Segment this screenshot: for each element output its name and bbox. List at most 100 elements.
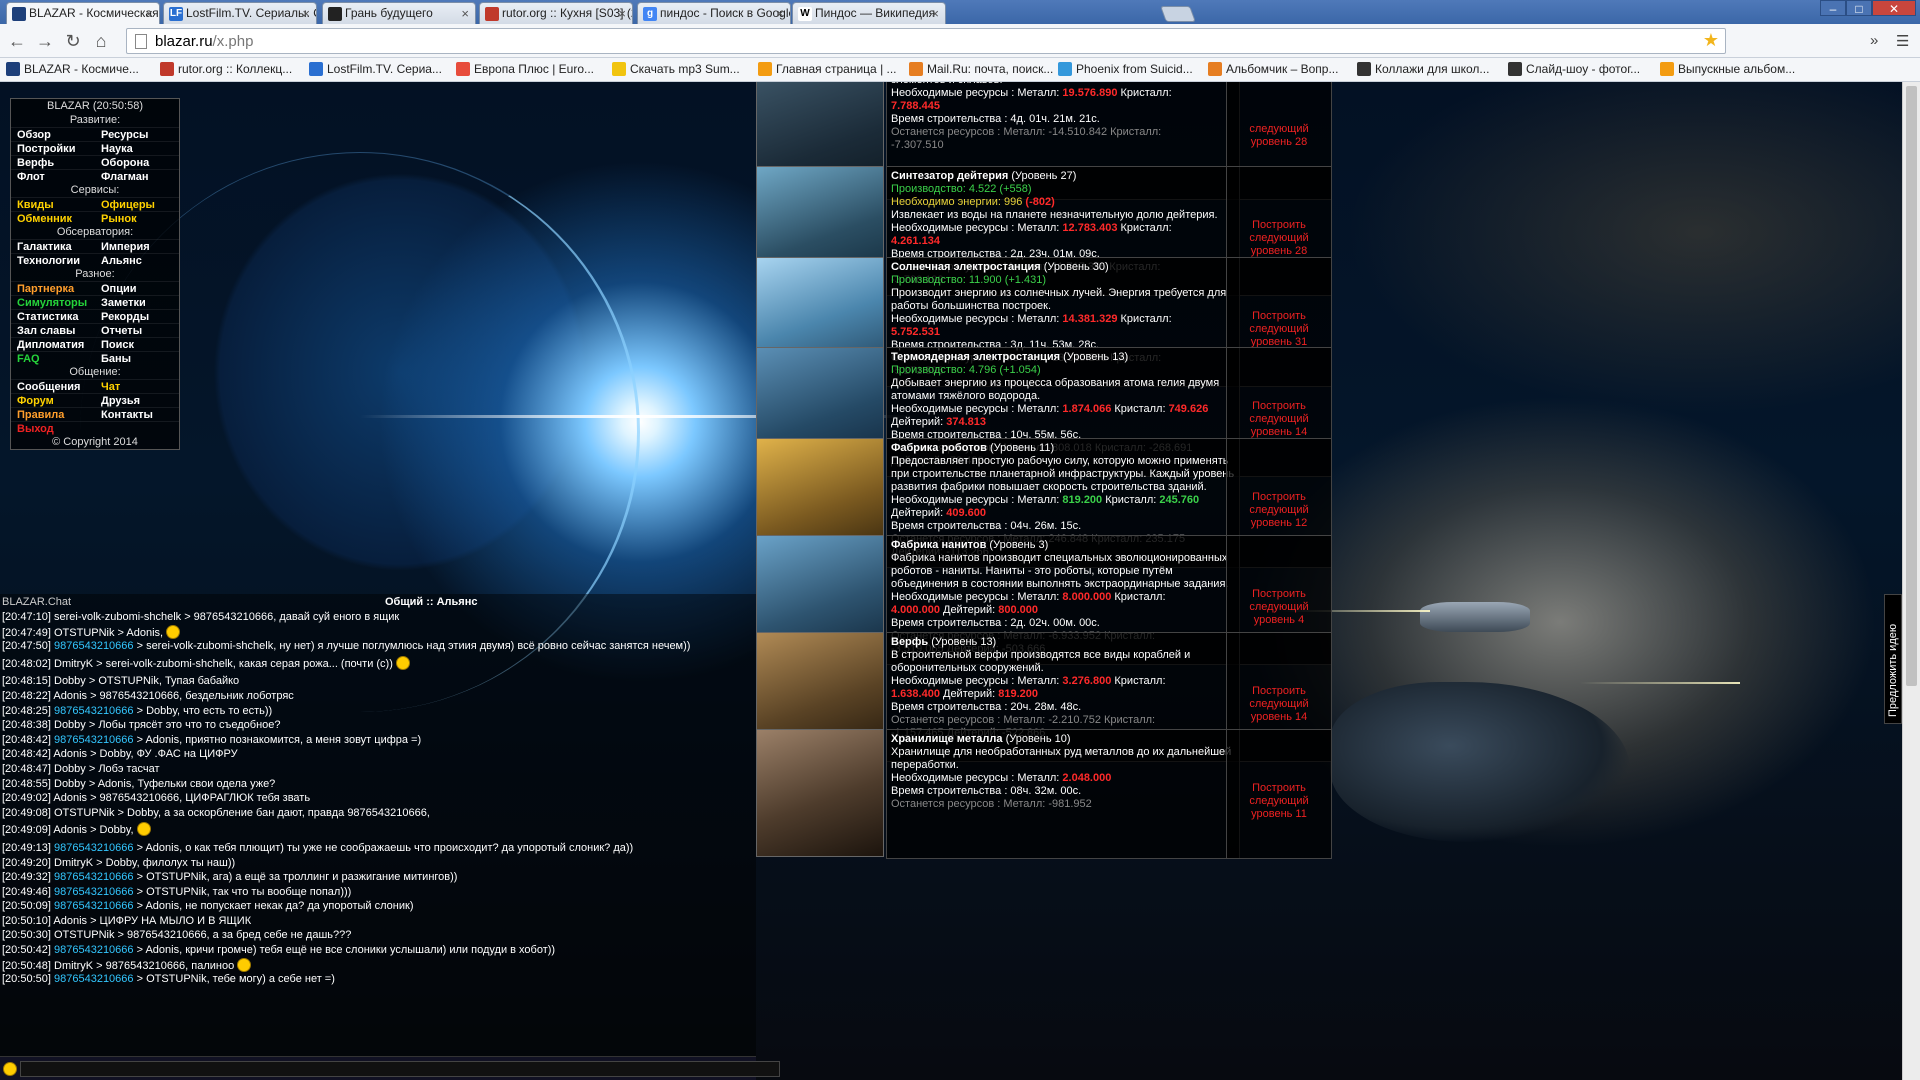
menu-link[interactable]: Технологии <box>11 253 95 267</box>
tab-close-icon[interactable]: × <box>145 6 153 21</box>
menu-link[interactable]: Чат <box>95 379 179 393</box>
bookmark-item[interactable]: Phoenix from Suicid... <box>1058 62 1193 76</box>
home-icon[interactable]: ⌂ <box>90 31 112 52</box>
building-name[interactable]: Фабрика роботов <box>891 442 987 454</box>
bookmark-item[interactable]: Выпускные альбом... <box>1660 62 1795 76</box>
bookmark-item[interactable]: rutor.org :: Коллекц... <box>160 62 292 76</box>
tab-close-icon[interactable]: × <box>461 6 469 21</box>
bookmark-star-icon[interactable]: ★ <box>1703 30 1719 51</box>
browser-tab[interactable]: Грань будущего × <box>322 2 476 24</box>
menu-link[interactable]: Обменник <box>11 211 95 225</box>
chat-channel-tabs[interactable]: Общий :: Альянс <box>385 596 477 608</box>
tab-close-icon[interactable]: × <box>931 6 939 21</box>
chat-username-link[interactable]: 9876543210666 <box>54 886 134 898</box>
back-icon[interactable]: ← <box>6 31 28 52</box>
menu-link[interactable]: Контакты <box>95 407 179 421</box>
menu-link[interactable]: Ресурсы <box>95 127 179 141</box>
bookmark-item[interactable]: Mail.Ru: почта, поиск... <box>909 62 1053 76</box>
building-name[interactable]: Синтезатор дейтерия <box>891 170 1008 182</box>
chat-username-link[interactable]: 9876543210666 <box>54 842 134 854</box>
address-bar[interactable]: blazar.ru/x.php ★ <box>126 28 1726 54</box>
suggest-idea-button[interactable]: Предложить идею <box>1884 594 1902 724</box>
maximize-icon[interactable]: □ <box>1846 0 1872 16</box>
menu-link[interactable]: Опции <box>95 281 179 295</box>
tab-close-icon[interactable]: × <box>618 6 626 21</box>
chat-username-link[interactable]: 9876543210666 <box>54 973 134 985</box>
menu-link[interactable]: Альянс <box>95 253 179 267</box>
menu-link[interactable]: Симуляторы <box>11 295 95 309</box>
browser-tab[interactable]: BLAZAR - Космическая с × <box>6 2 160 25</box>
chat-username-link[interactable]: 9876543210666 <box>54 900 134 912</box>
menu-link[interactable]: Поиск <box>95 337 179 351</box>
menu-link[interactable]: FAQ <box>11 351 95 365</box>
bookmark-item[interactable]: Скачать mp3 Sum... <box>612 62 740 76</box>
building-info-line: Останется ресурсов : Металл: -2.210.752 … <box>891 714 1235 727</box>
building-name[interactable]: Солнечная электростанция <box>891 261 1041 273</box>
chat-username-link[interactable]: 9876543210666 <box>54 705 134 717</box>
menu-link[interactable]: Сообщения <box>11 379 95 393</box>
menu-link[interactable]: Рынок <box>95 211 179 225</box>
menu-link[interactable]: Оборона <box>95 155 179 169</box>
menu-link[interactable]: Флот <box>11 169 95 183</box>
menu-link[interactable]: Постройки <box>11 141 95 155</box>
menu-link[interactable]: Друзья <box>95 393 179 407</box>
bookmark-item[interactable]: Альбомчик – Вопр... <box>1208 62 1338 76</box>
building-name[interactable]: Термоядерная электростанция <box>891 351 1060 363</box>
menu-link[interactable]: Квиды <box>11 197 95 211</box>
bookmark-item[interactable]: Слайд-шоу - фотог... <box>1508 62 1640 76</box>
browser-tab[interactable]: W Пиндос — Википедия × <box>792 2 946 24</box>
menu-icon[interactable]: ☰ <box>1896 32 1909 50</box>
menu-link[interactable]: Баны <box>95 351 179 365</box>
browser-tab[interactable]: rutor.org :: Кухня [S03] (20 × <box>479 2 633 24</box>
building-name[interactable]: Верфь <box>891 636 928 648</box>
smiley-picker-icon[interactable] <box>3 1062 17 1076</box>
menu-link[interactable]: Зал славы <box>11 323 95 337</box>
tab-close-icon[interactable]: × <box>776 6 784 21</box>
new-tab-button[interactable] <box>1160 6 1196 22</box>
bookmark-item[interactable]: LostFilm.TV. Сериа... <box>309 62 442 76</box>
chat-input[interactable] <box>20 1061 780 1077</box>
forward-icon[interactable]: → <box>34 31 56 52</box>
build-next-level-link[interactable]: Построить следующий уровень 11 <box>1226 729 1332 859</box>
menu-link[interactable]: Наука <box>95 141 179 155</box>
browser-tab[interactable]: g пиндос - Поиск в Google × <box>637 2 791 24</box>
building-name[interactable]: Хранилище металла <box>891 733 1003 745</box>
menu-link[interactable]: Выход <box>11 421 95 435</box>
menu-link[interactable]: Рекорды <box>95 309 179 323</box>
tab-close-icon[interactable]: × <box>302 6 310 21</box>
bookmark-item[interactable]: Европа Плюс | Euro... <box>456 62 594 76</box>
chat-username-link[interactable]: 9876543210666 <box>54 944 134 956</box>
menu-link[interactable]: Флагман <box>95 169 179 183</box>
menu-link[interactable]: Форум <box>11 393 95 407</box>
extensions-chevron-icon[interactable]: » <box>1870 32 1878 49</box>
reload-icon[interactable]: ↻ <box>62 31 84 52</box>
menu-link[interactable]: Отчеты <box>95 323 179 337</box>
building-name[interactable]: Фабрика нанитов <box>891 539 986 551</box>
menu-link[interactable]: Галактика <box>11 239 95 253</box>
menu-link[interactable]: Обзор <box>11 127 95 141</box>
bookmark-item[interactable]: Главная страница | ... <box>758 62 897 76</box>
menu-link[interactable]: Верфь <box>11 155 95 169</box>
chat-text: Adonis > Dobby, <box>50 824 137 837</box>
building-value: (+558) <box>999 183 1032 195</box>
bookmark-item[interactable]: Коллажи для школ... <box>1357 62 1489 76</box>
menu-link[interactable]: Партнерка <box>11 281 95 295</box>
scrollbar-thumb[interactable] <box>1906 86 1917 686</box>
menu-link[interactable]: Империя <box>95 239 179 253</box>
menu-link[interactable]: Заметки <box>95 295 179 309</box>
build-link-text: уровень 28 <box>1250 136 1308 148</box>
browser-tab[interactable]: LF LostFilm.TV. Сериалы. О × <box>163 2 317 24</box>
chat-username-link[interactable]: 9876543210666 <box>54 640 134 652</box>
chat-timestamp: [20:47:49] <box>2 626 51 639</box>
chat-username-link[interactable]: 9876543210666 <box>54 734 134 746</box>
chat-username-link[interactable]: 9876543210666 <box>54 871 134 883</box>
bookmark-item[interactable]: BLAZAR - Космиче... <box>6 62 139 76</box>
minimize-icon[interactable]: – <box>1820 0 1846 16</box>
menu-link[interactable]: Дипломатия <box>11 337 95 351</box>
menu-link[interactable]: Статистика <box>11 309 95 323</box>
page-scrollbar[interactable] <box>1902 82 1920 1080</box>
menu-link[interactable]: Офицеры <box>95 197 179 211</box>
building-image[interactable] <box>756 729 884 857</box>
menu-link[interactable]: Правила <box>11 407 95 421</box>
close-window-icon[interactable]: ✕ <box>1872 0 1916 16</box>
